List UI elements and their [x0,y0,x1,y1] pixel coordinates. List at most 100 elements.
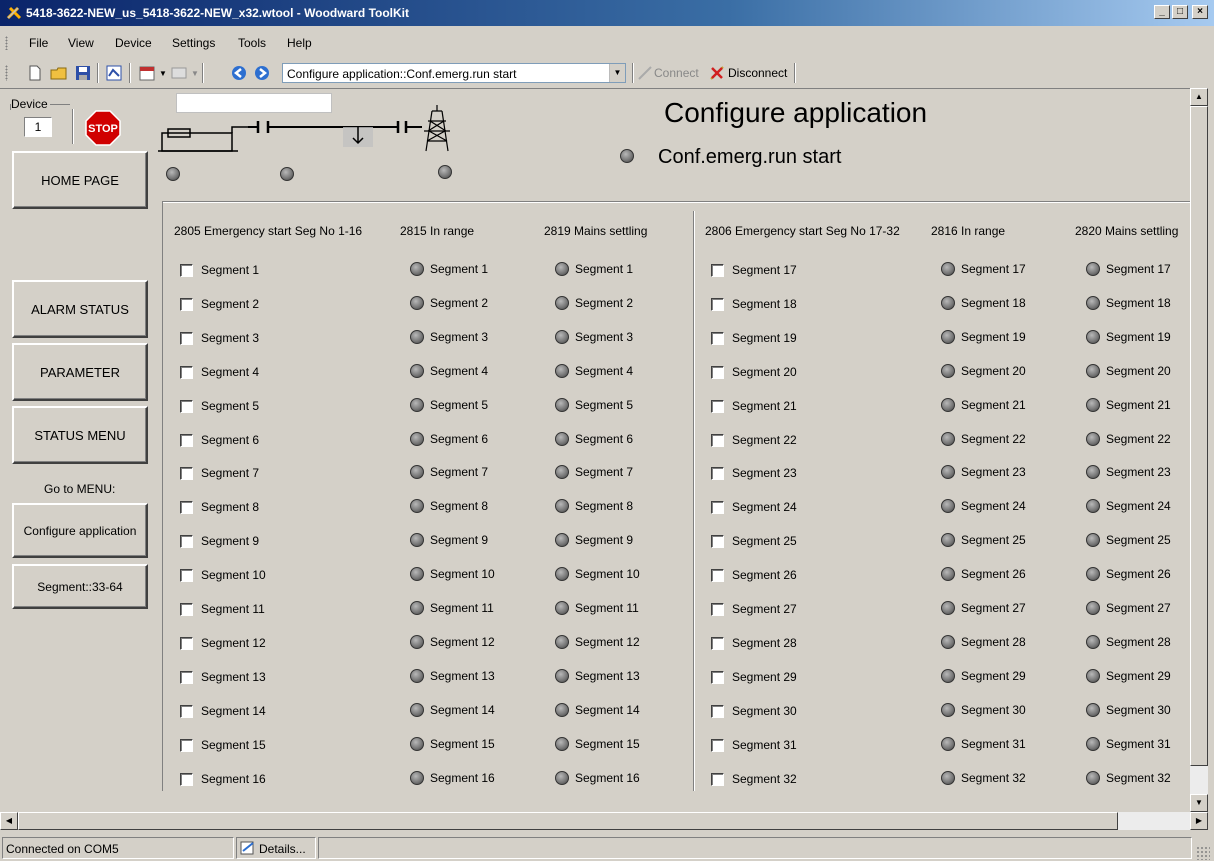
right-emergency-start-checkbox[interactable]: Segment 27 [711,602,797,616]
right-emergency-start-checkbox[interactable]: Segment 32 [711,772,797,786]
left-emergency-start-checkbox[interactable]: Segment 11 [180,602,265,616]
right-emergency-start-checkbox[interactable]: Segment 21 [711,399,797,413]
checkbox-box[interactable] [711,433,724,447]
left-emergency-start-checkbox[interactable]: Segment 4 [180,365,259,379]
save-icon[interactable] [74,64,92,82]
checkbox-box[interactable] [711,670,724,684]
checkbox-box[interactable] [711,466,724,480]
alarm-status-button[interactable]: ALARM STATUS [12,280,148,338]
connect-button[interactable]: Connect [654,66,699,80]
right-emergency-start-checkbox[interactable]: Segment 22 [711,433,797,447]
menu-help[interactable]: Help [287,36,312,50]
horizontal-scroll-thumb[interactable] [18,812,1118,830]
checkbox-box[interactable] [711,772,724,786]
checkbox-box[interactable] [711,568,724,582]
checkbox-box[interactable] [180,365,193,379]
checkbox-box[interactable] [180,399,193,413]
new-file-icon[interactable] [26,64,44,82]
right-emergency-start-checkbox[interactable]: Segment 24 [711,500,797,514]
disconnect-button[interactable]: Disconnect [728,66,787,80]
home-page-button[interactable]: HOME PAGE [12,151,148,209]
checkbox-box[interactable] [180,602,193,616]
right-emergency-start-checkbox[interactable]: Segment 28 [711,636,797,650]
left-emergency-start-checkbox[interactable]: Segment 7 [180,466,259,480]
checkbox-box[interactable] [180,433,193,447]
maximize-button[interactable]: □ [1172,5,1188,19]
menu-view[interactable]: View [68,36,94,50]
checkbox-box[interactable] [711,704,724,718]
left-emergency-start-checkbox[interactable]: Segment 13 [180,670,266,684]
properties-icon[interactable] [105,64,123,82]
checkbox-box[interactable] [180,331,193,345]
menu-device[interactable]: Device [115,36,152,50]
left-emergency-start-checkbox[interactable]: Segment 2 [180,297,259,311]
right-emergency-start-checkbox[interactable]: Segment 26 [711,568,797,582]
checkbox-box[interactable] [711,602,724,616]
left-emergency-start-checkbox[interactable]: Segment 1 [180,263,259,277]
right-emergency-start-checkbox[interactable]: Segment 19 [711,331,797,345]
left-emergency-start-checkbox[interactable]: Segment 6 [180,433,259,447]
right-emergency-start-checkbox[interactable]: Segment 30 [711,704,797,718]
minimize-button[interactable]: _ [1154,5,1170,19]
checkbox-box[interactable] [180,466,193,480]
horizontal-scrollbar[interactable]: ◀ ▶ [0,812,1208,830]
forward-arrow-icon[interactable] [253,64,271,82]
menu-settings[interactable]: Settings [172,36,215,50]
status-menu-button[interactable]: STATUS MENU [12,406,148,464]
checkbox-box[interactable] [180,772,193,786]
checkbox-box[interactable] [711,399,724,413]
right-emergency-start-checkbox[interactable]: Segment 23 [711,466,797,480]
left-emergency-start-checkbox[interactable]: Segment 10 [180,568,266,582]
left-emergency-start-checkbox[interactable]: Segment 5 [180,399,259,413]
segment-33-64-button[interactable]: Segment::33-64 [12,564,148,609]
menu-tools[interactable]: Tools [238,36,266,50]
checkbox-box[interactable] [180,738,193,752]
checkbox-box[interactable] [180,670,193,684]
checkbox-box[interactable] [180,704,193,718]
configure-application-button[interactable]: Configure application [12,503,148,558]
parameter-button[interactable]: PARAMETER [12,343,148,401]
scroll-down-icon[interactable]: ▼ [1190,794,1208,812]
right-emergency-start-checkbox[interactable]: Segment 20 [711,365,797,379]
right-emergency-start-checkbox[interactable]: Segment 18 [711,297,797,311]
right-emergency-start-checkbox[interactable]: Segment 17 [711,263,797,277]
right-emergency-start-checkbox[interactable]: Segment 31 [711,738,797,752]
checkbox-box[interactable] [711,636,724,650]
open-folder-icon[interactable] [50,64,68,82]
right-emergency-start-checkbox[interactable]: Segment 25 [711,534,797,548]
details-button[interactable]: Details... [236,837,316,859]
scroll-up-icon[interactable]: ▲ [1190,88,1208,106]
checkbox-box[interactable] [180,263,193,277]
device-number-field[interactable]: 1 [24,117,52,137]
calendar-dropdown-icon[interactable]: ▼ [159,69,167,78]
chevron-down-icon[interactable]: ▼ [609,64,625,82]
checkbox-box[interactable] [180,297,193,311]
checkbox-box[interactable] [711,534,724,548]
vertical-scroll-thumb[interactable] [1190,106,1208,766]
back-arrow-icon[interactable] [230,64,248,82]
scroll-left-icon[interactable]: ◀ [0,812,18,830]
menu-file[interactable]: File [29,36,48,50]
checkbox-box[interactable] [711,365,724,379]
left-emergency-start-checkbox[interactable]: Segment 16 [180,772,266,786]
left-emergency-start-checkbox[interactable]: Segment 15 [180,738,266,752]
resize-grip-icon[interactable] [1196,846,1210,860]
checkbox-box[interactable] [711,297,724,311]
checkbox-box[interactable] [180,534,193,548]
stop-sign-icon[interactable]: STOP [85,110,121,146]
checkbox-box[interactable] [180,500,193,514]
calendar-icon[interactable] [138,64,156,82]
checkbox-box[interactable] [180,568,193,582]
left-emergency-start-checkbox[interactable]: Segment 3 [180,331,259,345]
checkbox-box[interactable] [711,331,724,345]
navigation-combo[interactable]: Configure application::Conf.emerg.run st… [282,63,626,83]
scroll-right-icon[interactable]: ▶ [1190,812,1208,830]
checkbox-box[interactable] [711,500,724,514]
checkbox-box[interactable] [711,738,724,752]
left-emergency-start-checkbox[interactable]: Segment 12 [180,636,266,650]
checkbox-box[interactable] [711,263,724,277]
left-emergency-start-checkbox[interactable]: Segment 9 [180,534,259,548]
close-button[interactable]: × [1192,5,1208,19]
left-emergency-start-checkbox[interactable]: Segment 14 [180,704,266,718]
checkbox-box[interactable] [180,636,193,650]
